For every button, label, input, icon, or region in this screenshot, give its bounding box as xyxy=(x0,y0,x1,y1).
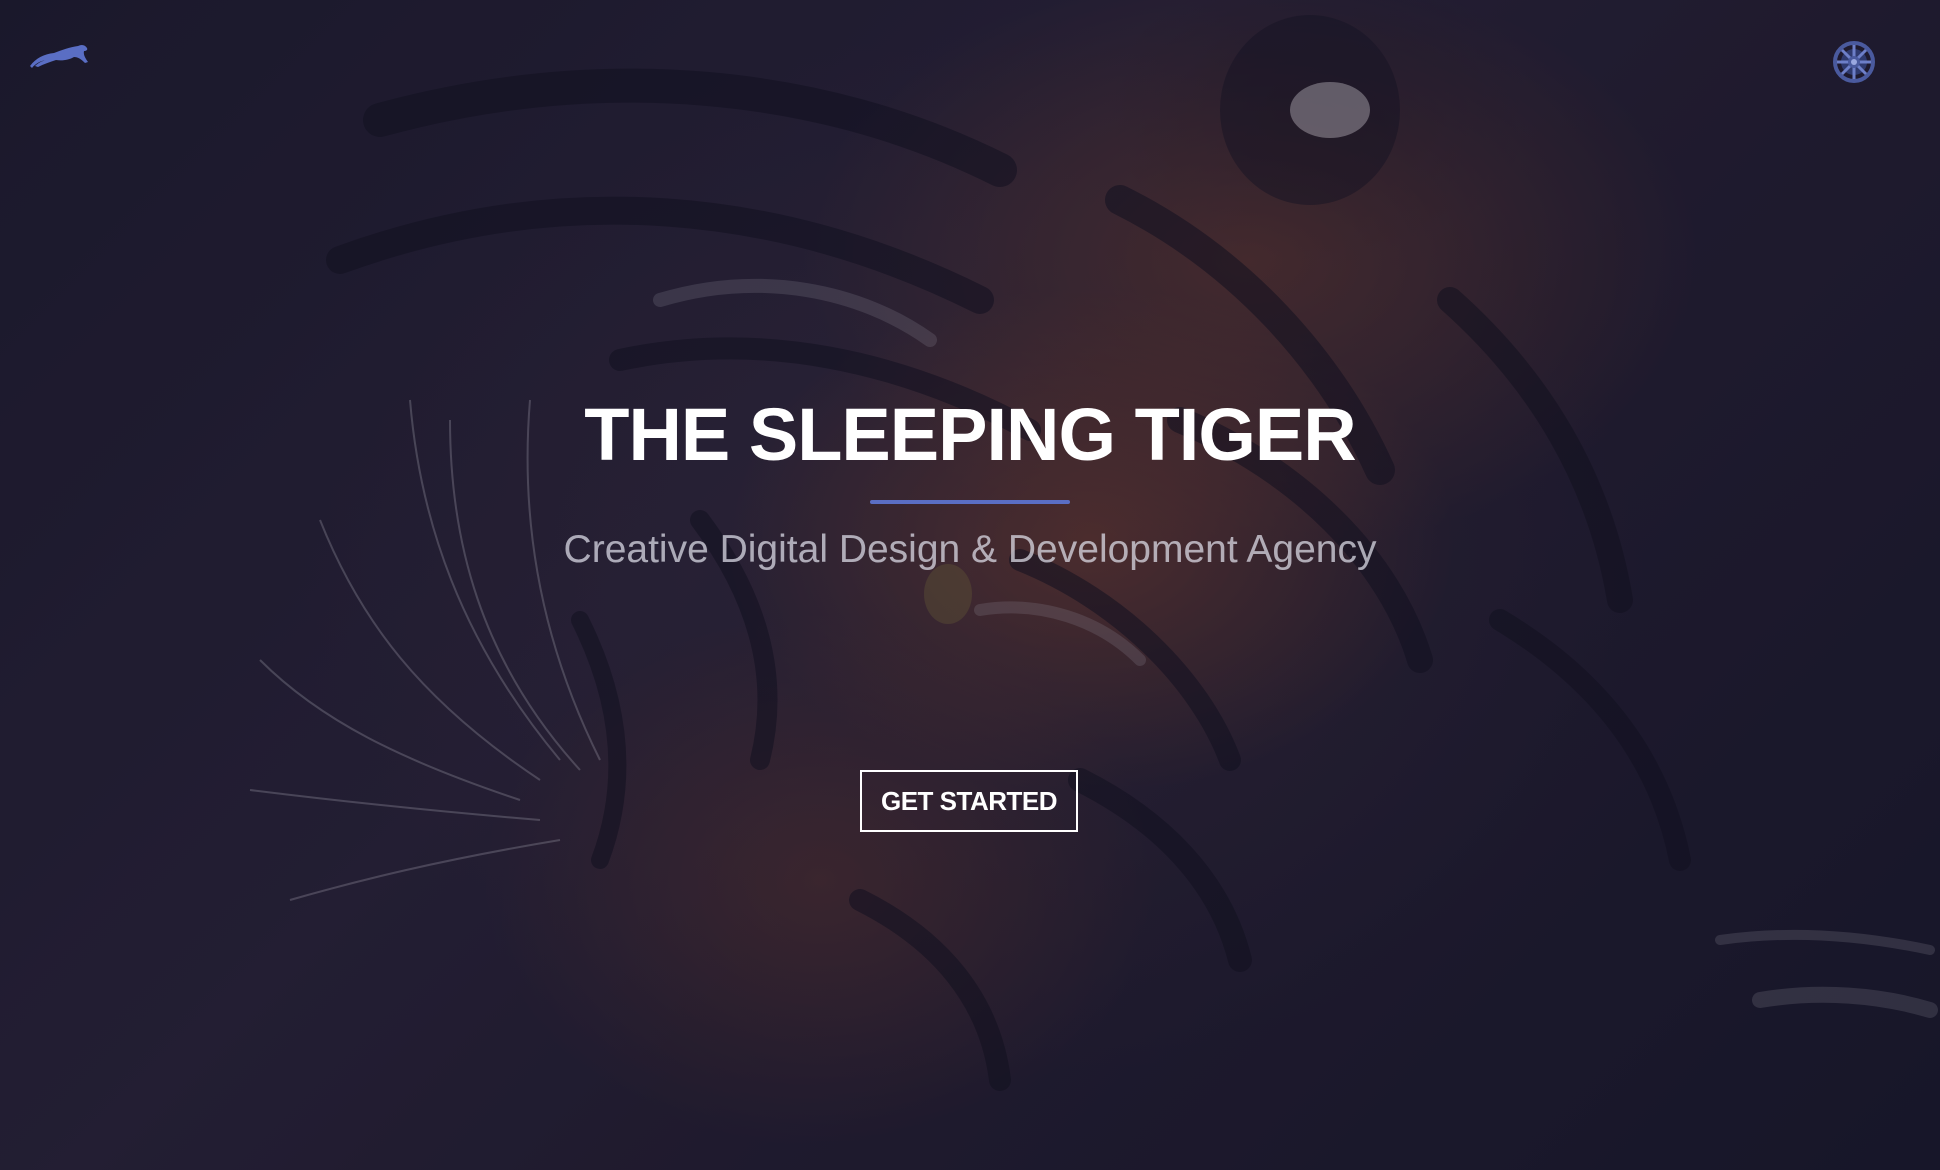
get-started-button[interactable]: GET STARTED xyxy=(860,770,1078,832)
site-logo[interactable] xyxy=(28,40,90,70)
title-divider xyxy=(870,500,1070,504)
galactic-empire-emblem-icon xyxy=(1833,41,1875,83)
hero-content: THE SLEEPING TIGER Creative Digital Desi… xyxy=(0,392,1940,574)
menu-button[interactable] xyxy=(1832,40,1876,84)
leaping-panther-icon xyxy=(30,44,88,68)
hero-section: THE SLEEPING TIGER Creative Digital Desi… xyxy=(0,0,1940,1170)
hero-subtitle: Creative Digital Design & Development Ag… xyxy=(563,528,1377,571)
dark-overlay xyxy=(0,0,1940,1170)
hero-title: THE SLEEPING TIGER xyxy=(584,393,1356,476)
